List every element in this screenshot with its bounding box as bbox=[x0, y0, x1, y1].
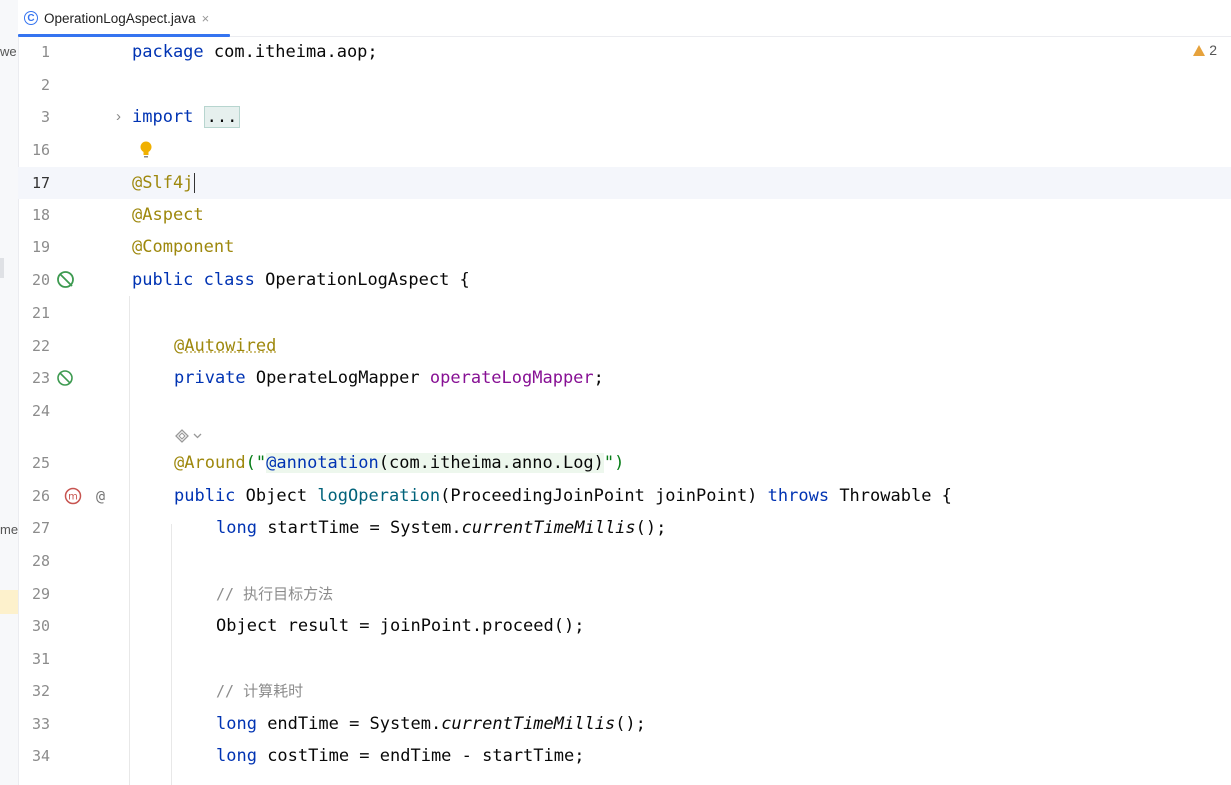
left-tool-strip: we me bbox=[0, 0, 19, 785]
code-line-2: 2 bbox=[18, 69, 1231, 101]
code-line-28: 28 bbox=[18, 545, 1231, 577]
code-comment: // 计算耗时 bbox=[216, 682, 304, 700]
line-number: 19 bbox=[31, 238, 50, 256]
lightbulb-icon[interactable] bbox=[139, 141, 153, 159]
line-number: 34 bbox=[31, 747, 50, 765]
spring-bean-icon[interactable] bbox=[56, 270, 75, 289]
autowired-bean-icon[interactable] bbox=[56, 369, 74, 387]
code-text: @Component bbox=[132, 237, 235, 257]
code-text: @Slf4j bbox=[132, 173, 196, 193]
code-line-20: 20 public class OperationLogAspect { bbox=[18, 264, 1231, 296]
code-line-19: 19 @Component bbox=[18, 231, 1231, 263]
code-line-32: 32 // 计算耗时 bbox=[18, 675, 1231, 707]
code-line-25: 25 @Around("@annotation(com.itheima.anno… bbox=[18, 447, 1231, 479]
svg-text:m: m bbox=[68, 492, 78, 503]
line-number: 21 bbox=[31, 304, 50, 322]
line-number: 20 bbox=[31, 271, 50, 289]
code-line-24: 24 bbox=[18, 395, 1231, 427]
code-line-34: 34 long costTime = endTime - startTime; bbox=[18, 740, 1231, 772]
tab-operation-log-aspect[interactable]: C OperationLogAspect.java × bbox=[18, 0, 230, 37]
code-text: @Around("@annotation(com.itheima.anno.Lo… bbox=[174, 453, 625, 473]
line-number: 28 bbox=[31, 552, 50, 570]
line-number: 17 bbox=[31, 174, 50, 192]
line-number: 30 bbox=[31, 617, 50, 635]
tab-title: OperationLogAspect.java bbox=[44, 10, 196, 26]
line-number: 33 bbox=[31, 715, 50, 733]
chevron-right-icon[interactable]: › bbox=[116, 101, 121, 133]
code-editor[interactable]: 1 package com.itheima.aop; 2 3 › import … bbox=[18, 36, 1231, 785]
code-text: @Autowired bbox=[174, 336, 277, 356]
code-comment: // 执行目标方法 bbox=[216, 585, 334, 603]
ai-assistant-icon[interactable] bbox=[174, 428, 204, 444]
code-line-1: 1 package com.itheima.aop; bbox=[18, 36, 1231, 68]
advice-method-icon[interactable]: m bbox=[64, 487, 82, 505]
code-line-16: 16 bbox=[18, 134, 1231, 166]
code-text: long endTime = System.currentTimeMillis(… bbox=[216, 714, 646, 734]
code-line-23: 23 private OperateLogMapper operateLogMa… bbox=[18, 362, 1231, 394]
code-line-3: 3 › import ... bbox=[18, 101, 1231, 133]
close-icon[interactable]: × bbox=[202, 11, 210, 26]
code-text: Object result = joinPoint.proceed(); bbox=[216, 616, 585, 636]
line-number: 25 bbox=[31, 454, 50, 472]
code-text: import ... bbox=[132, 101, 241, 133]
line-number: 32 bbox=[31, 682, 50, 700]
code-text: long startTime = System.currentTimeMilli… bbox=[216, 518, 667, 538]
line-number: 22 bbox=[31, 337, 50, 355]
code-line-31: 31 bbox=[18, 643, 1231, 675]
code-line-33: 33 long endTime = System.currentTimeMill… bbox=[18, 708, 1231, 740]
line-number: 31 bbox=[31, 650, 50, 668]
code-text: package com.itheima.aop; bbox=[132, 42, 378, 62]
line-number: 16 bbox=[31, 141, 50, 159]
ai-hint-row bbox=[18, 424, 1231, 446]
line-number: 29 bbox=[31, 585, 50, 603]
line-number: 2 bbox=[40, 76, 50, 94]
code-text: public Object logOperation(ProceedingJoi… bbox=[174, 486, 952, 506]
code-text: @Aspect bbox=[132, 205, 204, 225]
folded-imports[interactable]: ... bbox=[203, 106, 241, 128]
strip-text-top: we bbox=[0, 44, 17, 59]
code-line-26: 26 m @ public Object logOperation(Procee… bbox=[18, 480, 1231, 512]
code-line-27: 27 long startTime = System.currentTimeMi… bbox=[18, 512, 1231, 544]
line-number: 24 bbox=[31, 402, 50, 420]
code-text: long costTime = endTime - startTime; bbox=[216, 746, 585, 766]
code-text: public class OperationLogAspect { bbox=[132, 270, 470, 290]
code-text: private OperateLogMapper operateLogMappe… bbox=[174, 368, 604, 388]
line-number: 23 bbox=[31, 369, 50, 387]
code-line-30: 30 Object result = joinPoint.proceed(); bbox=[18, 610, 1231, 642]
at-sign-icon[interactable]: @ bbox=[96, 480, 105, 512]
line-number: 27 bbox=[31, 519, 50, 537]
code-line-18: 18 @Aspect bbox=[18, 199, 1231, 231]
line-number: 1 bbox=[40, 43, 50, 61]
code-line-29: 29 // 执行目标方法 bbox=[18, 578, 1231, 610]
java-class-icon: C bbox=[24, 11, 38, 25]
code-line-17: 17 @Slf4j bbox=[18, 167, 1231, 199]
editor-tab-bar: C OperationLogAspect.java × bbox=[18, 0, 1231, 37]
strip-text-mid: me bbox=[0, 522, 19, 537]
strip-marker-highlight bbox=[0, 590, 18, 614]
line-number: 26 bbox=[31, 487, 50, 505]
line-number: 18 bbox=[31, 206, 50, 224]
strip-marker bbox=[0, 258, 4, 278]
code-line-21: 21 bbox=[18, 297, 1231, 329]
line-number: 3 bbox=[40, 108, 50, 126]
code-line-22: 22 @Autowired bbox=[18, 330, 1231, 362]
